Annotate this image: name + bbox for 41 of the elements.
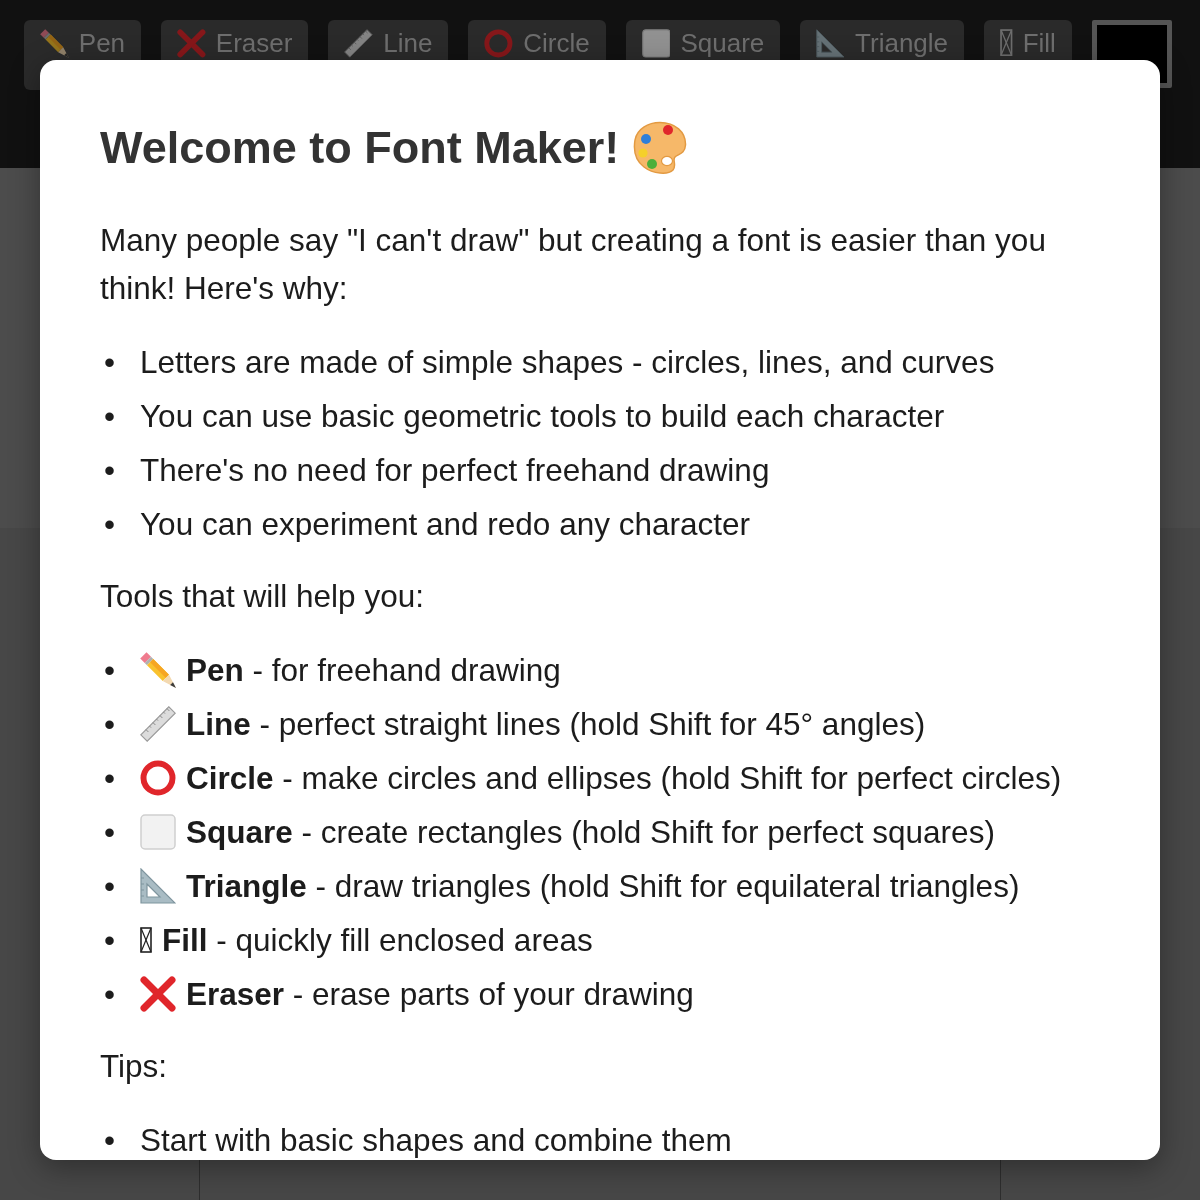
tool-description: Fill - quickly fill enclosed areas [162,921,593,960]
section-heading: Tools that will help you: [100,577,425,616]
palette-icon [633,121,688,175]
list-bullet: • [104,1121,116,1160]
list-bullet: • [104,651,116,690]
cross-icon [177,29,206,58]
list-bullet: • [104,759,116,798]
tool-description: Eraser - erase parts of your drawing [186,975,694,1014]
list-item-text: Letters are made of simple shapes - circles, lines, and curves [140,343,995,382]
ring-icon [484,29,514,58]
missing-glyph-icon [1000,29,1013,57]
list-bullet: • [104,451,116,490]
tool-description: Line - perfect straight lines (hold Shift for 45° angles) [186,705,926,744]
list-bullet: • [104,397,116,436]
tip-text: Start with basic shapes and combine them [140,1121,732,1160]
intro-paragraph: Many people say "I can't draw" but creating a font is easier than you think! Here's why: [100,221,1047,308]
square-icon [140,814,176,850]
list-bullet: • [104,867,116,906]
section-heading: Tips: [100,1047,169,1086]
cross-icon [140,976,176,1012]
dialog-title: Welcome to Font Maker! [100,121,620,175]
tool-description: Triangle - draw triangles (hold Shift for equilateral triangles) [186,867,1020,906]
ruler-icon [140,706,176,742]
pencil-icon [140,652,176,688]
square-icon [641,29,671,58]
tool-description: Square - create rectangles (hold Shift for perfect squares) [186,813,995,852]
list-item-text: There's no need for perfect freehand drawing [140,451,770,490]
list-bullet: • [104,705,116,744]
tool-description: Circle - make circles and ellipses (hold Shift for perfect circles) [186,759,1062,798]
ring-icon [140,760,176,796]
tool-description: Pen - for freehand drawing [186,651,561,690]
list-item-text: You can use basic geometric tools to build each character [140,397,945,436]
list-bullet: • [104,813,116,852]
list-bullet: • [104,975,116,1014]
missing-glyph-icon [140,927,152,953]
pencil-icon [40,29,69,58]
list-bullet: • [104,505,116,544]
list-bullet: • [104,921,116,960]
list-bullet: • [104,343,116,382]
ruler-icon [344,29,374,58]
list-item-text: You can experiment and redo any character [140,505,750,544]
